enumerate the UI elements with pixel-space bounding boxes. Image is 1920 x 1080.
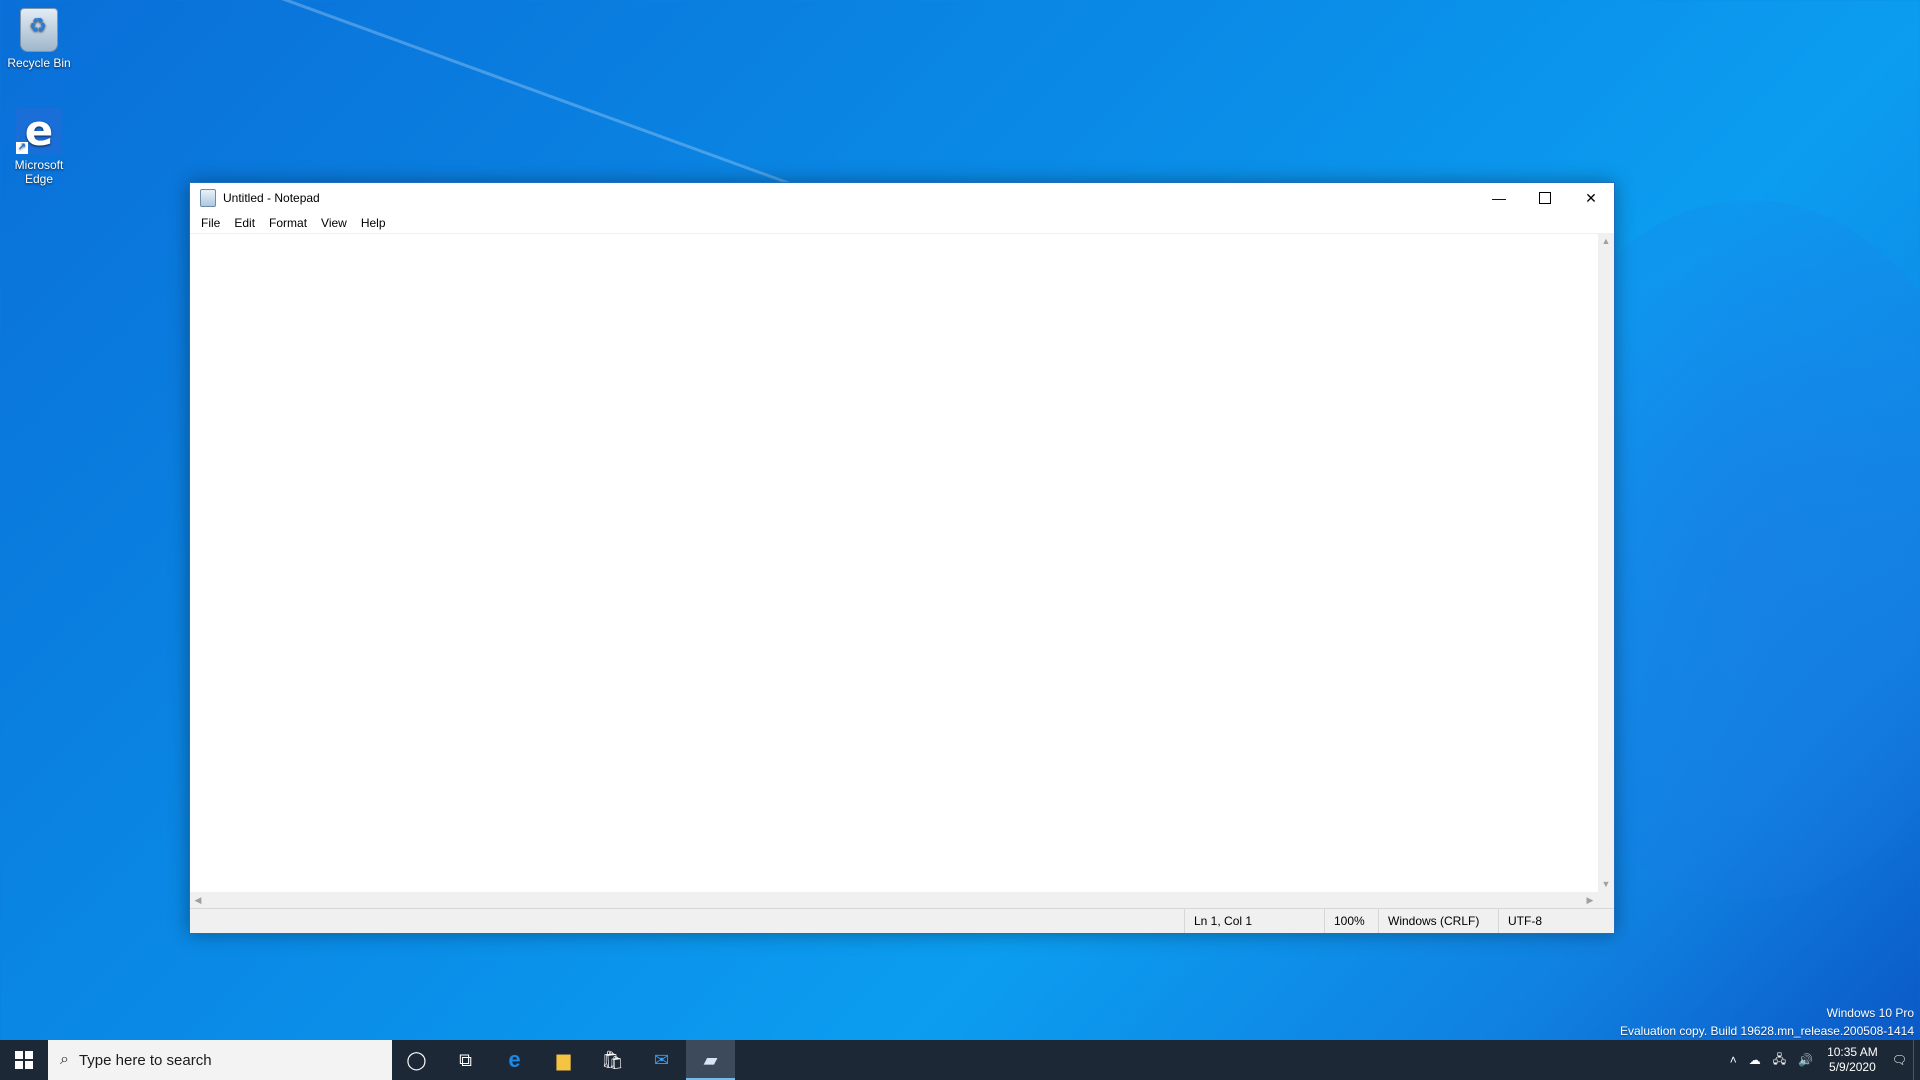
taskbar-notepad[interactable]: ▰ xyxy=(686,1040,735,1080)
window-title: Untitled - Notepad xyxy=(223,191,320,205)
clock-time: 10:35 AM xyxy=(1827,1045,1878,1059)
system-tray: ˄ ☁ 🖧 🔊 10:35 AM 5/9/2020 🗨 xyxy=(1724,1040,1920,1080)
onedrive-cloud-icon[interactable]: ☁ xyxy=(1743,1053,1767,1067)
folder-icon: ▆ xyxy=(556,1049,571,1070)
title-bar[interactable]: Untitled - Notepad — ✕ xyxy=(190,183,1614,213)
notepad-icon: ▰ xyxy=(703,1049,718,1070)
close-button[interactable]: ✕ xyxy=(1568,183,1614,213)
status-cursor-position: Ln 1, Col 1 xyxy=(1184,909,1324,933)
taskbar-mail[interactable]: ✉ xyxy=(637,1040,686,1080)
text-editor-area[interactable] xyxy=(190,233,1598,893)
volume-icon[interactable]: 🔊 xyxy=(1792,1053,1819,1067)
recycle-bin-icon xyxy=(20,8,58,52)
cortana-button[interactable]: ◯ xyxy=(392,1040,441,1080)
notepad-app-icon[interactable] xyxy=(200,189,216,207)
scroll-down-arrow-icon[interactable]: ▼ xyxy=(1598,876,1614,892)
desktop-icon-label: Recycle Bin xyxy=(7,56,71,70)
show-desktop-button[interactable] xyxy=(1913,1040,1920,1080)
desktop-icon-label: Microsoft Edge xyxy=(14,158,64,186)
menu-view[interactable]: View xyxy=(314,216,354,230)
menu-help[interactable]: Help xyxy=(354,216,393,230)
windows-watermark: Windows 10 Pro Evaluation copy. Build 19… xyxy=(1620,1004,1914,1040)
task-view-button[interactable]: ⧉ xyxy=(441,1040,490,1080)
action-center-icon[interactable]: 🗨 xyxy=(1886,1053,1913,1067)
taskbar-clock[interactable]: 10:35 AM 5/9/2020 xyxy=(1819,1045,1886,1075)
menu-edit[interactable]: Edit xyxy=(227,216,262,230)
status-bar: Ln 1, Col 1 100% Windows (CRLF) UTF-8 xyxy=(190,908,1614,933)
vertical-scrollbar[interactable]: ▲ ▼ xyxy=(1598,233,1614,892)
taskbar-edge[interactable]: e xyxy=(490,1040,539,1080)
store-bag-icon: 🛍 xyxy=(601,1049,624,1070)
watermark-edition: Windows 10 Pro xyxy=(1826,1006,1914,1020)
search-placeholder: Type here to search xyxy=(78,1051,212,1069)
cortana-circle-icon: ◯ xyxy=(406,1049,427,1070)
status-encoding: UTF-8 xyxy=(1498,909,1614,933)
clock-date: 5/9/2020 xyxy=(1829,1060,1876,1074)
close-icon: ✕ xyxy=(1585,189,1597,206)
taskbar: ⌕ Type here to search ◯ ⧉ e ▆ 🛍 ✉ ▰ ˄ ☁ … xyxy=(0,1040,1920,1080)
menu-bar: File Edit Format View Help xyxy=(190,213,1614,233)
menu-file[interactable]: File xyxy=(194,216,227,230)
task-view-icon: ⧉ xyxy=(459,1049,472,1070)
windows-logo-icon xyxy=(15,1051,33,1069)
scrollbar-corner xyxy=(1598,892,1614,908)
notepad-window[interactable]: Untitled - Notepad — ✕ File Edit Format … xyxy=(189,182,1615,934)
shortcut-arrow-icon: ↗ xyxy=(16,142,28,154)
maximize-icon xyxy=(1539,192,1551,204)
scroll-left-arrow-icon[interactable]: ◀ xyxy=(190,892,206,908)
minimize-icon: — xyxy=(1492,190,1506,206)
taskbar-search-box[interactable]: ⌕ Type here to search xyxy=(48,1040,392,1080)
network-icon[interactable]: 🖧 xyxy=(1767,1050,1792,1071)
edge-icon: e xyxy=(508,1047,521,1072)
menu-format[interactable]: Format xyxy=(262,216,314,230)
desktop-icon-recycle-bin[interactable]: Recycle Bin xyxy=(0,8,78,70)
scroll-right-arrow-icon[interactable]: ▶ xyxy=(1582,892,1598,908)
taskbar-store[interactable]: 🛍 xyxy=(588,1040,637,1080)
maximize-button[interactable] xyxy=(1522,183,1568,213)
status-line-endings: Windows (CRLF) xyxy=(1378,909,1498,933)
taskbar-file-explorer[interactable]: ▆ xyxy=(539,1040,588,1080)
desktop-icon-edge[interactable]: e ↗ Microsoft Edge xyxy=(0,108,78,187)
search-icon: ⌕ xyxy=(60,1051,69,1068)
scroll-up-arrow-icon[interactable]: ▲ xyxy=(1598,233,1614,249)
status-zoom: 100% xyxy=(1324,909,1378,933)
start-button[interactable] xyxy=(0,1040,48,1080)
watermark-build: Evaluation copy. Build 19628.mn_release.… xyxy=(1620,1024,1914,1038)
minimize-button[interactable]: — xyxy=(1476,183,1522,213)
edge-icon: e ↗ xyxy=(16,108,62,154)
mail-icon: ✉ xyxy=(653,1049,670,1070)
horizontal-scrollbar[interactable]: ◀ ▶ xyxy=(190,892,1598,908)
show-hidden-icons-chevron-icon[interactable]: ˄ xyxy=(1724,1053,1743,1067)
